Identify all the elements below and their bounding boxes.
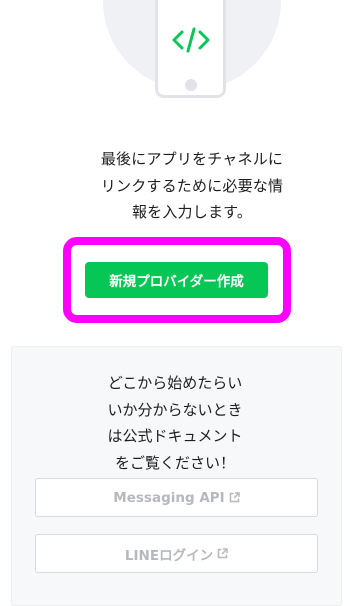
intro-text: 最後にアプリをチャネルに リンクするために必要な情 報を入力します。 [0, 146, 350, 226]
messaging-api-link-label: Messaging API [113, 489, 225, 506]
code-icon [172, 27, 209, 53]
intro-line: 報を入力します。 [131, 203, 253, 221]
phone-icon [155, 0, 226, 98]
help-text: どこから始めたらい いか分からないとき は公式ドキュメント をご覧ください！ [0, 370, 350, 476]
external-link-icon [217, 548, 228, 559]
help-line: いか分からないとき [107, 400, 243, 419]
create-provider-button[interactable]: 新規プロバイダー作成 [85, 262, 268, 298]
line-login-link-label: LINEログイン [124, 547, 214, 564]
intro-line: 最後にアプリをチャネルに [100, 150, 284, 168]
messaging-api-link[interactable]: Messaging API [35, 478, 318, 517]
external-link-icon [229, 492, 240, 503]
phone-home-button [184, 79, 197, 91]
help-line: は公式ドキュメント [107, 427, 243, 445]
intro-line: リンクするために必要な情 [100, 176, 284, 195]
line-login-link[interactable]: LINEログイン [35, 534, 318, 573]
help-line: どこから始めたらい [107, 374, 243, 392]
help-line: をご覧ください！ [114, 453, 235, 472]
